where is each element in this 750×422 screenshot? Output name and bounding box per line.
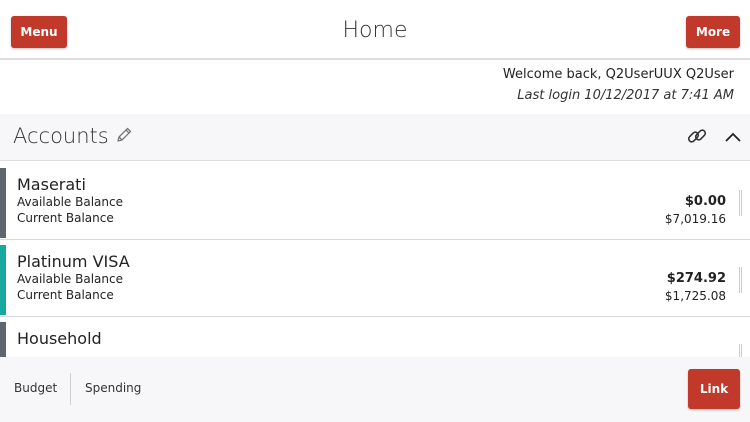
link-icon[interactable] [686, 125, 708, 147]
available-balance-value: $274.92 [666, 271, 726, 286]
accounts-header: Accounts [0, 114, 750, 161]
account-color-bar [0, 168, 6, 238]
current-balance-label: Current Balance [17, 211, 114, 225]
account-color-bar [0, 245, 6, 315]
chevron-up-icon[interactable] [723, 130, 743, 144]
account-row-platinum-visa[interactable]: Platinum VISA Available Balance Current … [0, 241, 750, 317]
drag-handle-icon[interactable] [739, 267, 742, 293]
footer-bar: Budget Spending Link [0, 357, 750, 422]
available-balance-label: Available Balance [17, 272, 123, 286]
accounts-title: Accounts [13, 124, 109, 148]
available-balance-label: Available Balance [17, 195, 123, 209]
drag-handle-icon[interactable] [739, 190, 742, 216]
pencil-icon[interactable] [115, 126, 133, 144]
current-balance-label: Current Balance [17, 288, 114, 302]
header-bar: Menu Home More [0, 0, 750, 60]
tab-budget[interactable]: Budget [14, 381, 57, 395]
account-row-maserati[interactable]: Maserati Available Balance Current Balan… [0, 164, 750, 240]
page-title: Home [342, 18, 408, 43]
welcome-block: Welcome back, Q2UserUUX Q2User Last logi… [503, 64, 734, 106]
account-name: Maserati [17, 175, 86, 194]
link-button[interactable]: Link [688, 369, 740, 409]
last-login: Last login 10/12/2017 at 7:41 AM [517, 88, 734, 103]
current-balance-value: $1,725.08 [664, 289, 726, 303]
current-balance-value: $7,019.16 [664, 212, 726, 226]
account-name: Platinum VISA [17, 252, 130, 271]
account-name: Household [17, 329, 102, 348]
available-balance-value: $0.00 [684, 194, 726, 209]
more-button[interactable]: More [686, 16, 740, 48]
footer-divider [70, 373, 71, 405]
welcome-greeting: Welcome back, Q2UserUUX Q2User [502, 67, 734, 82]
tab-spending[interactable]: Spending [85, 381, 141, 395]
